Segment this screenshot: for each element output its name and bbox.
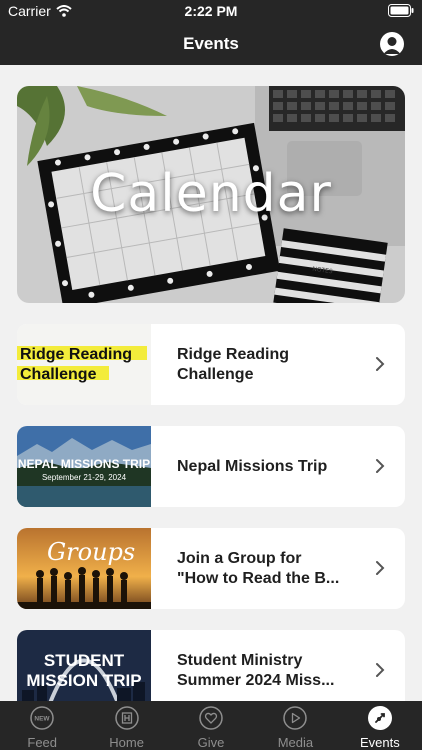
event-card-student-ministry[interactable]: STUDENT MISSION TRIP Student Ministry Su… [17,630,405,701]
top-bar: Carrier 2:22 PM Events [0,0,422,65]
page-title: Events [183,34,239,53]
event-title-line2: Summer 2024 Miss... [177,671,335,689]
chevron-right-icon [376,357,385,371]
tab-feed[interactable]: NEW Feed [0,701,84,750]
events-list: NOTES Calendar Ridge Reading Challenge R… [0,65,422,701]
battery-icon [388,4,414,17]
user-icon [383,37,401,54]
svg-text:September 21-29, 2024: September 21-29, 2024 [42,473,127,482]
new-badge-text: NEW [35,716,51,723]
tab-label: Give [197,735,225,750]
event-card-nepal-missions[interactable]: NEPAL MISSIONS TRIP September 21-29, 202… [17,426,405,507]
tab-label: Feed [27,735,58,750]
svg-text:MISSION TRIP: MISSION TRIP [26,671,141,690]
svg-text:NEPAL MISSIONS TRIP: NEPAL MISSIONS TRIP [18,457,150,471]
chevron-right-icon [376,561,385,575]
svg-text:Challenge: Challenge [20,366,97,383]
home-icon [114,706,139,730]
tab-label: Events [359,735,400,750]
event-card-join-group[interactable]: Groups Join a Group for "How to Read the… [17,528,405,609]
event-title-line2: "How to Read the B... [177,569,340,587]
svg-text:Ridge Reading: Ridge Reading [20,346,132,363]
chevron-right-icon [376,663,385,677]
event-title-line2: Challenge [177,365,254,383]
nepal-missions-image: NEPAL MISSIONS TRIP September 21-29, 202… [17,426,151,507]
event-thumbnail: NEPAL MISSIONS TRIP September 21-29, 202… [17,426,151,507]
ridge-reading-image: Ridge Reading Challenge [17,324,151,405]
event-title-line1: Ridge Reading [177,345,290,363]
groups-image: Groups [17,528,151,609]
tab-label: Home [109,735,144,750]
event-thumbnail: Groups [17,528,151,609]
event-title-line1: Join a Group for [177,549,302,567]
tab-bar: NEW Feed Home Give Media Events [0,701,422,750]
event-title-line1: Student Ministry [177,651,303,669]
tab-events[interactable]: Events [338,701,422,750]
event-title-line1: Nepal Missions Trip [177,457,328,475]
play-icon [283,706,308,730]
svg-text:STUDENT: STUDENT [44,651,125,670]
svg-text:Groups: Groups [47,538,135,566]
heart-icon [199,706,223,730]
event-thumbnail: Ridge Reading Challenge [17,324,151,405]
status-time: 2:22 PM [184,3,238,19]
event-title: Nepal Missions Trip [177,426,367,507]
tab-give[interactable]: Give [169,701,253,750]
new-badge-icon: NEW [30,706,54,730]
student-mission-image: STUDENT MISSION TRIP [17,630,151,701]
event-title: Join a Group for "How to Read the B... [177,528,367,609]
event-title: Ridge Reading Challenge [177,324,367,405]
chevron-right-icon [376,459,385,473]
status-bar: Carrier 2:22 PM [0,0,422,22]
events-icon [367,706,392,730]
tab-media[interactable]: Media [253,701,337,750]
event-thumbnail: STUDENT MISSION TRIP [17,630,151,701]
tab-label: Media [277,735,314,750]
event-title: Student Ministry Summer 2024 Miss... [177,630,367,701]
calendar-title: Calendar [90,164,332,224]
tab-home[interactable]: Home [84,701,168,750]
profile-button[interactable] [380,32,404,56]
event-card-ridge-reading[interactable]: Ridge Reading Challenge Ridge Reading Ch… [17,324,405,405]
calendar-card[interactable]: NOTES Calendar [17,86,405,303]
